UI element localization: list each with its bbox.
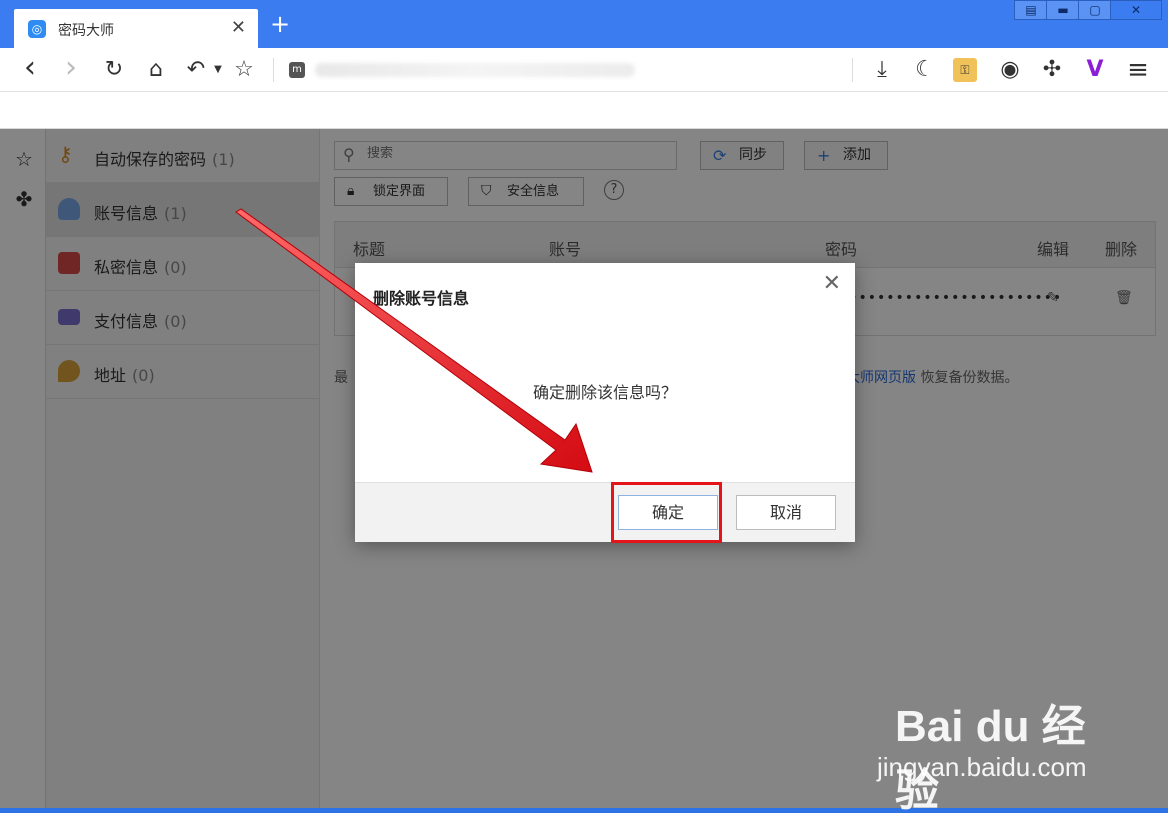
delete-confirm-dialog: 删除账号信息 ✕ 确定删除该信息吗？ 确定 取消 (355, 263, 855, 542)
extensions-button[interactable]: ✣ (1038, 56, 1066, 84)
night-mode-button[interactable]: ☾ (911, 56, 939, 84)
restore-button[interactable]: ▢ (1078, 0, 1112, 20)
dialog-message: 确定删除该信息吗？ (532, 383, 677, 402)
browser-toolbar: ‹ › ↻ ⌂ ↶ ▼ ☆ m ⤓ ☾ ⚿ ◉ ✣ V ≡ (0, 48, 1168, 92)
watermark-url: jingyan.baidu.com (877, 752, 1087, 782)
browser-window: ◎ 密码大师 ✕ + ▤ ▬ ▢ ✕ ‹ › ↻ ⌂ ↶ ▼ ☆ m ⤓ ☾ ⚿… (0, 0, 1168, 813)
v-extension-icon[interactable]: V (1081, 56, 1109, 84)
undo-dropdown-icon[interactable]: ▼ (204, 56, 232, 84)
window-close-button[interactable]: ✕ (1110, 0, 1162, 20)
minimize-button[interactable]: ▬ (1046, 0, 1080, 20)
dialog-title: 删除账号信息 (373, 289, 470, 308)
dialog-close-icon[interactable]: ✕ (823, 271, 841, 296)
toolbar-divider (852, 58, 853, 82)
address-bar[interactable]: m (285, 57, 640, 83)
password-manager-icon[interactable]: ⚿ (953, 58, 977, 82)
home-button[interactable]: ⌂ (142, 56, 170, 84)
forward-button[interactable]: › (57, 53, 85, 84)
tab-strip: ◎ 密码大师 ✕ + ▤ ▬ ▢ ✕ (0, 0, 1168, 48)
tab-close-icon[interactable]: ✕ (231, 17, 246, 38)
screenshot-button[interactable]: ◉ (996, 56, 1024, 84)
back-button[interactable]: ‹ (16, 53, 44, 84)
baidu-watermark: Bai du 经验 jingyan.baidu.com (877, 690, 1115, 813)
reload-button[interactable]: ↻ (100, 56, 128, 84)
toolbar-divider (273, 58, 274, 82)
new-tab-button[interactable]: + (270, 12, 290, 36)
tab-password-master[interactable]: ◎ 密码大师 ✕ (14, 9, 258, 48)
tab-title: 密码大师 (58, 23, 114, 39)
download-button[interactable]: ⤓ (868, 56, 896, 84)
dialog-footer: 确定 取消 (355, 482, 855, 542)
bookmark-star-button[interactable]: ☆ (230, 56, 258, 84)
site-icon: m (289, 62, 305, 78)
bookmark-bar (0, 92, 1168, 129)
cancel-button[interactable]: 取消 (736, 495, 836, 530)
blurred-url (315, 63, 635, 77)
highlight-box (611, 482, 722, 543)
password-master-favicon-icon: ◎ (28, 20, 46, 38)
layout-button[interactable]: ▤ (1014, 0, 1048, 20)
menu-button[interactable]: ≡ (1124, 56, 1152, 84)
